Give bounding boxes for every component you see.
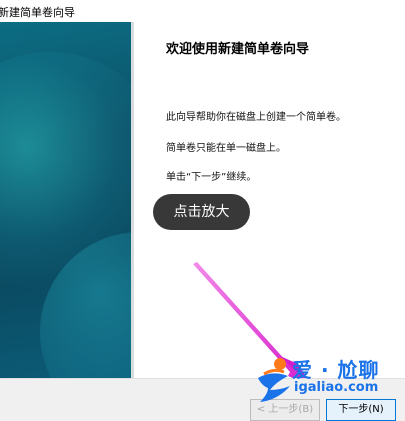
- watermark-logo-icon: [258, 358, 290, 402]
- watermark-name: 爱 · 尬聊: [292, 358, 380, 382]
- continue-instruction: 单击“下一步”继续。: [166, 172, 257, 183]
- intro-text: 此向导帮助你在磁盘上创建一个简单卷。: [166, 112, 346, 123]
- page-heading: 欢迎使用新建简单卷向导: [166, 42, 310, 57]
- wizard-side-banner: [0, 22, 131, 378]
- title-bar: 新建简单卷向导: [0, 0, 405, 22]
- zoom-button[interactable]: 点击放大: [153, 194, 250, 230]
- window-title: 新建简单卷向导: [0, 6, 75, 19]
- site-watermark: 爱 · 尬聊 igaliao.com: [254, 352, 404, 410]
- watermark-url: igaliao.com: [294, 380, 379, 395]
- single-disk-note: 简单卷只能在单一磁盘上。: [166, 143, 286, 154]
